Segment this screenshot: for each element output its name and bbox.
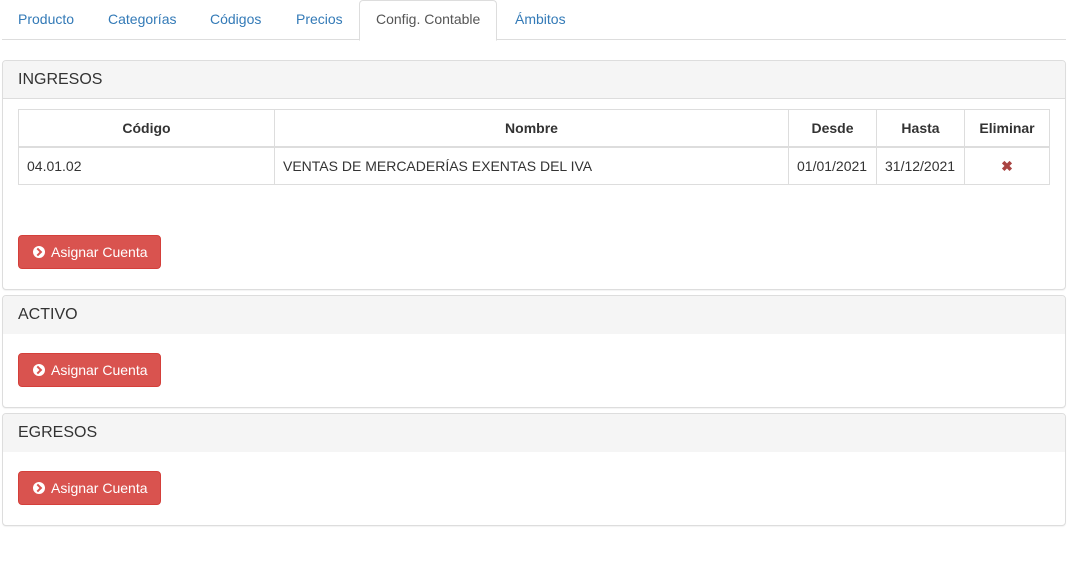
tab-bar: Producto Categorías Códigos Precios Conf…: [2, 0, 1066, 41]
tab-categorias[interactable]: Categorías: [92, 0, 192, 40]
tab-codigos[interactable]: Códigos: [194, 0, 277, 40]
activo-assign-account-button[interactable]: Asignar Cuenta: [18, 353, 161, 387]
column-header-codigo: Código: [18, 109, 275, 148]
ingresos-heading: INGRESOS: [3, 61, 1065, 99]
chevron-circle-right-icon: [33, 364, 45, 376]
tab-ambitos[interactable]: Ámbitos: [499, 0, 582, 40]
button-label: Asignar Cuenta: [51, 244, 148, 260]
tab-producto[interactable]: Producto: [2, 0, 90, 40]
activo-panel: ACTIVO Asignar Cuenta: [2, 295, 1066, 408]
chevron-circle-right-icon: [33, 482, 45, 494]
chevron-circle-right-icon: [33, 246, 45, 258]
column-header-eliminar: Eliminar: [964, 109, 1050, 148]
button-label: Asignar Cuenta: [51, 362, 148, 378]
column-header-desde: Desde: [788, 109, 877, 148]
ingresos-assign-account-button[interactable]: Asignar Cuenta: [18, 235, 161, 269]
tab-precios[interactable]: Precios: [280, 0, 359, 40]
cell-desde: 01/01/2021: [788, 146, 877, 185]
table-header-row: Código Nombre Desde Hasta Eliminar: [18, 109, 1050, 148]
tab-config-contable[interactable]: Config. Contable: [359, 0, 497, 41]
egresos-heading: EGRESOS: [3, 414, 1065, 452]
cell-nombre: VENTAS DE MERCADERÍAS EXENTAS DEL IVA: [274, 146, 789, 185]
egresos-assign-account-button[interactable]: Asignar Cuenta: [18, 471, 161, 505]
delete-icon[interactable]: ✖: [1001, 158, 1013, 174]
table-row: 04.01.02 VENTAS DE MERCADERÍAS EXENTAS D…: [18, 146, 1050, 185]
ingresos-table: Código Nombre Desde Hasta Eliminar 04.01…: [18, 109, 1050, 185]
button-label: Asignar Cuenta: [51, 480, 148, 496]
activo-heading: ACTIVO: [3, 296, 1065, 334]
egresos-panel: EGRESOS Asignar Cuenta: [2, 413, 1066, 526]
ingresos-panel: INGRESOS Código Nombre Desde Hasta Elimi…: [2, 60, 1066, 290]
cell-hasta: 31/12/2021: [876, 146, 965, 185]
cell-codigo: 04.01.02: [18, 146, 275, 185]
column-header-nombre: Nombre: [274, 109, 789, 148]
cell-eliminar: ✖: [964, 146, 1050, 185]
column-header-hasta: Hasta: [876, 109, 965, 148]
